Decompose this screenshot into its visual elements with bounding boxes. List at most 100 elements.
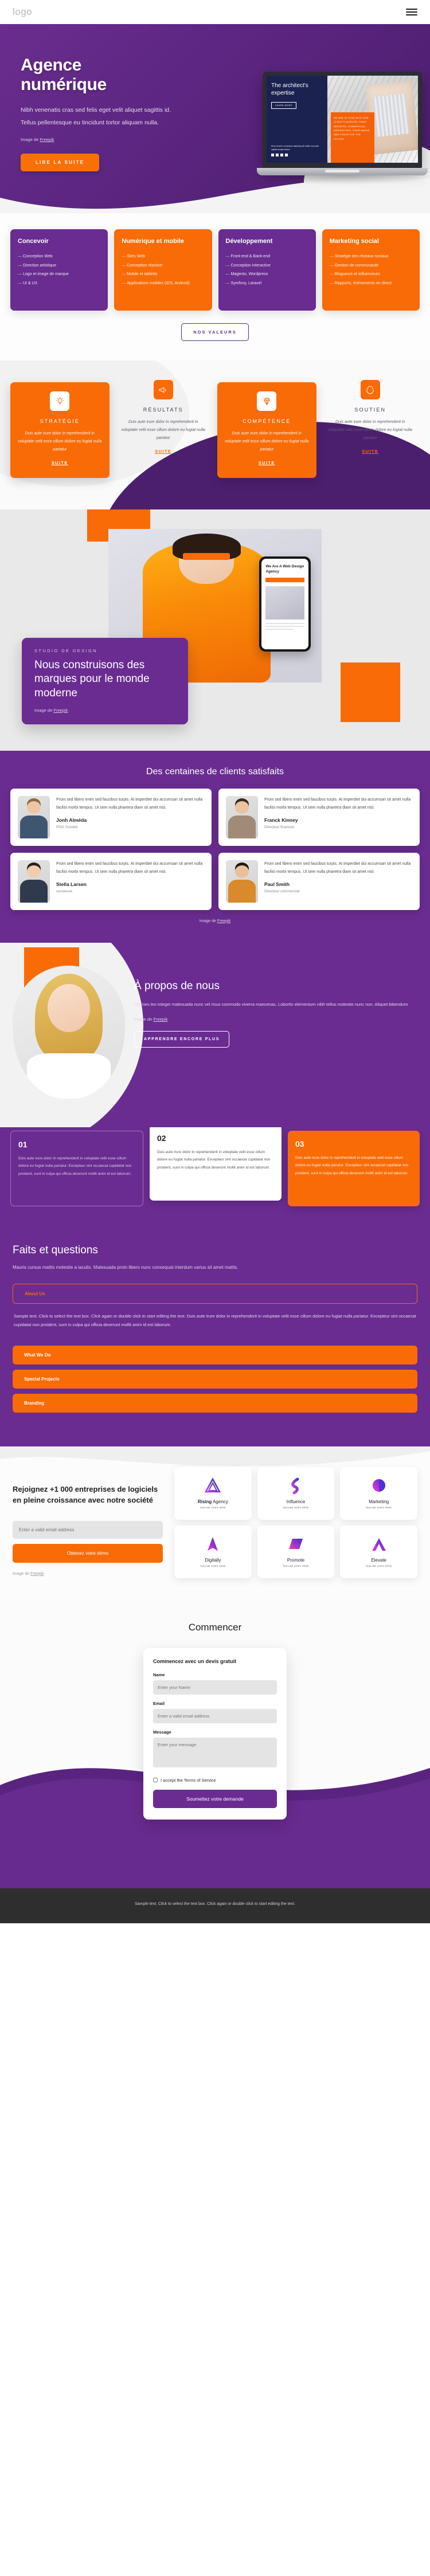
parallelogram-mark [287, 1536, 304, 1553]
circle-mark [370, 1477, 388, 1495]
services-section: Concevoir Conception WebDirection artist… [0, 213, 430, 360]
hero-copy: Agence numérique Nibh venenatis cras sed … [21, 56, 210, 172]
step-card: 03 Duis aute irure dolor in reprehenderi… [288, 1130, 420, 1206]
contact-form: Commencez avec un devis gratuit Name Ema… [143, 1648, 287, 1820]
step-text: Duis aute irure dolor in reprehenderit i… [295, 1155, 409, 1175]
value-more-link[interactable]: SUITE [259, 460, 275, 465]
faq-header[interactable]: What We Do [13, 1345, 417, 1365]
service-list-item: Logo et image de marque [18, 270, 100, 279]
faq-header[interactable]: Branding [13, 1393, 417, 1413]
partners-section: Rejoignez +1 000 entreprises de logiciel… [0, 1446, 430, 1602]
partner-logo-card[interactable]: Digitally TAGLINE GOES HERE [174, 1525, 252, 1578]
steps-grid: 01 Duis aute irure dolor in reprehenderi… [10, 1124, 420, 1206]
service-list-item: Conception interactive [226, 261, 308, 270]
lightbulb-icon [50, 391, 70, 411]
partner-logo-card[interactable]: Marketing TAGLINE GOES HERE [340, 1467, 417, 1520]
hero-title: Agence numérique [21, 56, 107, 94]
get-demo-button[interactable]: Obtenez votre démo [13, 1543, 163, 1563]
partner-logo-card[interactable]: Rising Agency TAGLINE GOES HERE [174, 1467, 252, 1520]
chevron-mark [370, 1536, 388, 1553]
studio-section: We Are A Web Design Agency STUDIO DE DES… [0, 509, 430, 751]
value-more-link[interactable]: SUITE [52, 460, 68, 465]
partner-tagline: TAGLINE GOES HERE [283, 1565, 309, 1568]
faq-header-about-us[interactable]: About Us [13, 1283, 417, 1304]
service-card[interactable]: Marketing social Stratégie des réseaux s… [322, 229, 420, 311]
studio-title: Nous construisons des marques pour le mo… [34, 659, 150, 699]
learn-more-button[interactable]: APPRENDRE ENCORE PLUS [134, 1031, 230, 1048]
service-list-item: Blogueurs et influenceurs [330, 270, 412, 279]
testimonials-image-credit: Image de Freepik [199, 919, 231, 923]
freepik-link[interactable]: Freepik [153, 1017, 167, 1022]
value-card[interactable]: RÉSULTATS Duis aute irure dolor in repre… [114, 371, 213, 466]
phone-headline: We Are A Web Design Agency [265, 564, 304, 574]
service-list-item: Mobile et tablette [122, 270, 204, 279]
hero-cta-button[interactable]: LIRE LA SUITE [21, 154, 100, 172]
service-card-title: Marketing social [329, 238, 379, 245]
laptop-social-icons [271, 154, 323, 156]
faq-item: Special Projects [13, 1369, 417, 1389]
about-image-credit: Image de Freepik [134, 1017, 168, 1022]
spike-mark [204, 1536, 221, 1553]
freepik-link[interactable]: Freepik [40, 137, 54, 142]
freepik-link[interactable]: Freepik [217, 919, 230, 923]
value-more-link[interactable]: SUITE [362, 449, 378, 454]
footer-text: Sample text. Click to select the text bo… [135, 1901, 295, 1906]
site-logo[interactable]: logo [13, 6, 32, 18]
service-card[interactable]: Numérique et mobile Sites WebConception … [114, 229, 212, 311]
partners-email-input[interactable] [13, 1520, 163, 1539]
value-more-link[interactable]: SUITE [155, 449, 171, 454]
service-card-list: Sites WebConception réactiveMobile et ta… [122, 252, 204, 288]
partner-tagline: TAGLINE GOES HERE [200, 1565, 226, 1568]
service-card[interactable]: Développement Front-end & Back-endConcep… [218, 229, 316, 311]
values-grid: STRATÉGIE Duis aute irure dolor in repre… [10, 371, 420, 478]
testimonial-name: Stella Larsen [56, 881, 87, 888]
faq-title: Faits et questions [13, 1244, 98, 1256]
message-field[interactable] [153, 1737, 277, 1767]
hamburger-menu-icon[interactable] [406, 9, 417, 15]
partner-name: Influence [286, 1499, 306, 1505]
step-text: Duis aute irure dolor in reprehenderit i… [18, 1156, 132, 1176]
service-list-item: Stratégie des réseaux sociaux [330, 252, 412, 261]
freepik-link[interactable]: Freepik [30, 1572, 44, 1576]
service-list-item: Conception réactive [122, 261, 204, 270]
value-description: Duis aute irure dolor in reprehenderit i… [225, 432, 309, 452]
studio-phone-mockup: We Are A Web Design Agency [259, 556, 311, 652]
hero-image-credit: Image de Freepik [21, 137, 54, 143]
email-label: Email [153, 1700, 165, 1706]
submit-request-button[interactable]: Soumettez votre demande [153, 1789, 277, 1808]
partner-logo-card[interactable]: Elevate TAGLINE GOES HERE [340, 1525, 417, 1578]
studio-image-credit: Image de Freepik [34, 707, 68, 713]
service-card[interactable]: Concevoir Conception WebDirection artist… [10, 229, 108, 311]
value-card[interactable]: SOUTIEN Duis aute irure dolor in reprehe… [321, 371, 420, 466]
name-label: Name [153, 1672, 165, 1677]
email-field[interactable] [153, 1708, 277, 1723]
partner-logo-card[interactable]: Promote TAGLINE GOES HERE [257, 1525, 335, 1578]
terms-checkbox[interactable] [153, 1778, 158, 1783]
partners-image-credit: Image de Freepik [13, 1571, 44, 1576]
testimonials-heading: Des centaines de clients satisfaits [146, 766, 284, 777]
site-header: logo [0, 0, 430, 24]
testimonial-name: Franck Kinney [264, 817, 298, 824]
service-card-title: Concevoir [18, 238, 49, 245]
faq-accordion: About Us Sample text. Click to select th… [13, 1283, 417, 1413]
message-label: Message [153, 1729, 171, 1735]
service-list-item: Gestion de communauté [330, 261, 412, 270]
partner-tagline: TAGLINE GOES HERE [283, 1507, 309, 1509]
value-card[interactable]: STRATÉGIE Duis aute irure dolor in repre… [10, 382, 110, 478]
freepik-link[interactable]: Freepik [53, 708, 68, 713]
about-section: À propos de nous Ultricies leo integer m… [0, 942, 430, 1127]
partner-logo-card[interactable]: Influence TAGLINE GOES HERE [257, 1467, 335, 1520]
faq-header[interactable]: Special Projects [13, 1369, 417, 1389]
step-number: 02 [157, 1133, 166, 1143]
step-card: 01 Duis aute irure dolor in reprehenderi… [10, 1130, 143, 1206]
partner-name: Rising Agency [197, 1499, 228, 1505]
testimonial-name: Jonh Alméda [56, 817, 87, 824]
our-values-button[interactable]: NOS VALEURS [181, 323, 249, 341]
hero-section: Agence numérique Nibh venenatis cras sed … [0, 24, 430, 213]
name-field[interactable] [153, 1680, 277, 1695]
laptop-learn-more-button: LEARN MORE [271, 102, 296, 109]
values-section: STRATÉGIE Duis aute irure dolor in repre… [0, 360, 430, 509]
testimonial-role: PDG Société [56, 825, 78, 830]
value-card[interactable]: COMPÉTENCE Duis aute irure dolor in repr… [217, 382, 316, 478]
partner-tagline: TAGLINE GOES HERE [365, 1507, 392, 1509]
